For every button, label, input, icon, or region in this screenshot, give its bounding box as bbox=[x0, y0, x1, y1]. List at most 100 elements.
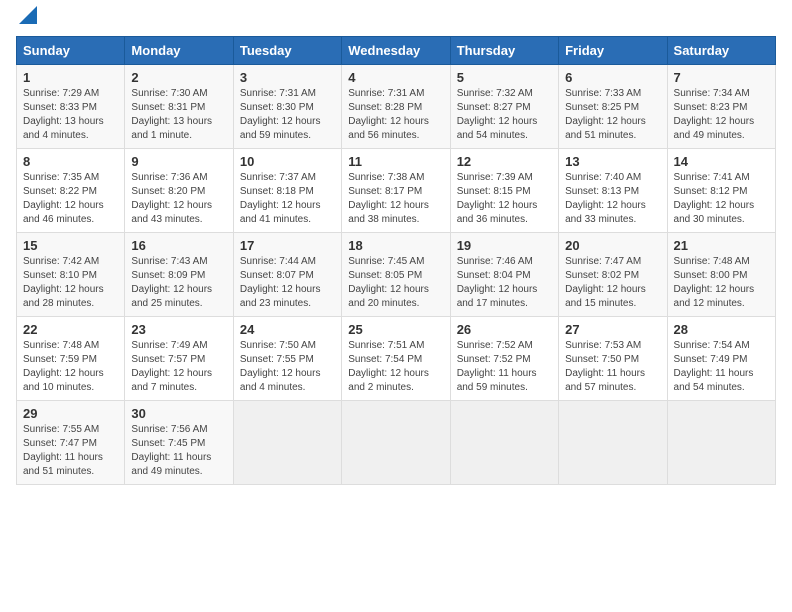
cell-text: Sunrise: 7:39 AMSunset: 8:15 PMDaylight:… bbox=[457, 171, 552, 227]
calendar-cell: 10 Sunrise: 7:37 AMSunset: 8:18 PMDayligh… bbox=[233, 149, 341, 233]
day-number: 10 bbox=[240, 154, 335, 169]
calendar-week-5: 29 Sunrise: 7:55 AMSunset: 7:47 PMDayligh… bbox=[17, 401, 776, 485]
cell-text: Sunrise: 7:45 AMSunset: 8:05 PMDaylight:… bbox=[348, 255, 443, 311]
calendar-cell: 25Sunrise: 7:51 AMSunset: 7:54 PMDayligh… bbox=[342, 317, 450, 401]
day-number: 15 bbox=[23, 238, 118, 253]
calendar-cell: 26 Sunrise: 7:52 AMSunset: 7:52 PMDayligh… bbox=[450, 317, 558, 401]
col-header-sunday: Sunday bbox=[17, 37, 125, 65]
cell-text: Sunrise: 7:41 AMSunset: 8:12 PMDaylight:… bbox=[674, 171, 769, 227]
day-number: 16 bbox=[131, 238, 226, 253]
day-number: 26 bbox=[457, 322, 552, 337]
calendar-cell: 20 Sunrise: 7:47 AMSunset: 8:02 PMDayligh… bbox=[559, 233, 667, 317]
day-number: 22 bbox=[23, 322, 118, 337]
day-number: 25 bbox=[348, 322, 443, 337]
day-number: 21 bbox=[674, 238, 769, 253]
day-number: 12 bbox=[457, 154, 552, 169]
day-number: 8 bbox=[23, 154, 118, 169]
calendar-cell: 24 Sunrise: 7:50 AMSunset: 7:55 PMDayligh… bbox=[233, 317, 341, 401]
day-number: 19 bbox=[457, 238, 552, 253]
calendar-week-2: 8 Sunrise: 7:35 AMSunset: 8:22 PMDaylight… bbox=[17, 149, 776, 233]
day-number: 24 bbox=[240, 322, 335, 337]
cell-text: Sunrise: 7:29 AMSunset: 8:33 PMDaylight:… bbox=[23, 87, 118, 143]
col-header-saturday: Saturday bbox=[667, 37, 775, 65]
calendar-table: SundayMondayTuesdayWednesdayThursdayFrid… bbox=[16, 36, 776, 485]
calendar-cell: 19 Sunrise: 7:46 AMSunset: 8:04 PMDayligh… bbox=[450, 233, 558, 317]
day-number: 7 bbox=[674, 70, 769, 85]
calendar-cell: 29 Sunrise: 7:55 AMSunset: 7:47 PMDayligh… bbox=[17, 401, 125, 485]
day-number: 23 bbox=[131, 322, 226, 337]
calendar-cell: 15Sunrise: 7:42 AMSunset: 8:10 PMDayligh… bbox=[17, 233, 125, 317]
cell-text: Sunrise: 7:31 AMSunset: 8:28 PMDaylight:… bbox=[348, 87, 443, 143]
calendar-cell: 2 Sunrise: 7:30 AMSunset: 8:31 PMDaylight… bbox=[125, 65, 233, 149]
calendar-cell: 11 Sunrise: 7:38 AMSunset: 8:17 PMDayligh… bbox=[342, 149, 450, 233]
cell-text: Sunrise: 7:43 AMSunset: 8:09 PMDaylight:… bbox=[131, 255, 226, 311]
day-number: 30 bbox=[131, 406, 226, 421]
day-number: 20 bbox=[565, 238, 660, 253]
day-number: 1 bbox=[23, 70, 118, 85]
cell-text: Sunrise: 7:53 AMSunset: 7:50 PMDaylight:… bbox=[565, 339, 660, 395]
cell-text: Sunrise: 7:36 AMSunset: 8:20 PMDaylight:… bbox=[131, 171, 226, 227]
calendar-week-3: 15Sunrise: 7:42 AMSunset: 8:10 PMDayligh… bbox=[17, 233, 776, 317]
calendar-cell: 18 Sunrise: 7:45 AMSunset: 8:05 PMDayligh… bbox=[342, 233, 450, 317]
cell-text: Sunrise: 7:35 AMSunset: 8:22 PMDaylight:… bbox=[23, 171, 118, 227]
calendar-cell: 8 Sunrise: 7:35 AMSunset: 8:22 PMDaylight… bbox=[17, 149, 125, 233]
calendar-cell bbox=[667, 401, 775, 485]
day-number: 29 bbox=[23, 406, 118, 421]
day-number: 3 bbox=[240, 70, 335, 85]
calendar-cell: 28Sunrise: 7:54 AMSunset: 7:49 PMDayligh… bbox=[667, 317, 775, 401]
cell-text: Sunrise: 7:30 AMSunset: 8:31 PMDaylight:… bbox=[131, 87, 226, 143]
calendar-cell: 27Sunrise: 7:53 AMSunset: 7:50 PMDayligh… bbox=[559, 317, 667, 401]
calendar-week-1: 1 Sunrise: 7:29 AMSunset: 8:33 PMDaylight… bbox=[17, 65, 776, 149]
cell-text: Sunrise: 7:37 AMSunset: 8:18 PMDaylight:… bbox=[240, 171, 335, 227]
calendar-cell: 30 Sunrise: 7:56 AMSunset: 7:45 PMDayligh… bbox=[125, 401, 233, 485]
calendar-cell: 9 Sunrise: 7:36 AMSunset: 8:20 PMDaylight… bbox=[125, 149, 233, 233]
cell-text: Sunrise: 7:34 AMSunset: 8:23 PMDaylight:… bbox=[674, 87, 769, 143]
day-number: 17 bbox=[240, 238, 335, 253]
calendar-cell: 3 Sunrise: 7:31 AMSunset: 8:30 PMDaylight… bbox=[233, 65, 341, 149]
cell-text: Sunrise: 7:33 AMSunset: 8:25 PMDaylight:… bbox=[565, 87, 660, 143]
cell-text: Sunrise: 7:47 AMSunset: 8:02 PMDaylight:… bbox=[565, 255, 660, 311]
col-header-tuesday: Tuesday bbox=[233, 37, 341, 65]
calendar-cell: 13 Sunrise: 7:40 AMSunset: 8:13 PMDayligh… bbox=[559, 149, 667, 233]
cell-text: Sunrise: 7:46 AMSunset: 8:04 PMDaylight:… bbox=[457, 255, 552, 311]
cell-text: Sunrise: 7:48 AMSunset: 8:00 PMDaylight:… bbox=[674, 255, 769, 311]
day-number: 11 bbox=[348, 154, 443, 169]
cell-text: Sunrise: 7:32 AMSunset: 8:27 PMDaylight:… bbox=[457, 87, 552, 143]
day-number: 18 bbox=[348, 238, 443, 253]
col-header-monday: Monday bbox=[125, 37, 233, 65]
cell-text: Sunrise: 7:52 AMSunset: 7:52 PMDaylight:… bbox=[457, 339, 552, 395]
calendar-cell: 12 Sunrise: 7:39 AMSunset: 8:15 PMDayligh… bbox=[450, 149, 558, 233]
day-number: 5 bbox=[457, 70, 552, 85]
calendar-cell: 16 Sunrise: 7:43 AMSunset: 8:09 PMDayligh… bbox=[125, 233, 233, 317]
cell-text: Sunrise: 7:40 AMSunset: 8:13 PMDaylight:… bbox=[565, 171, 660, 227]
calendar-cell: 23Sunrise: 7:49 AMSunset: 7:57 PMDayligh… bbox=[125, 317, 233, 401]
day-number: 2 bbox=[131, 70, 226, 85]
logo-triangle-icon bbox=[19, 6, 37, 24]
calendar-cell: 1 Sunrise: 7:29 AMSunset: 8:33 PMDaylight… bbox=[17, 65, 125, 149]
calendar-cell bbox=[233, 401, 341, 485]
calendar-cell: 17 Sunrise: 7:44 AMSunset: 8:07 PMDayligh… bbox=[233, 233, 341, 317]
cell-text: Sunrise: 7:56 AMSunset: 7:45 PMDaylight:… bbox=[131, 423, 226, 479]
calendar-cell: 6Sunrise: 7:33 AMSunset: 8:25 PMDaylight… bbox=[559, 65, 667, 149]
calendar-cell: 5 Sunrise: 7:32 AMSunset: 8:27 PMDaylight… bbox=[450, 65, 558, 149]
day-number: 13 bbox=[565, 154, 660, 169]
cell-text: Sunrise: 7:31 AMSunset: 8:30 PMDaylight:… bbox=[240, 87, 335, 143]
day-number: 14 bbox=[674, 154, 769, 169]
cell-text: Sunrise: 7:50 AMSunset: 7:55 PMDaylight:… bbox=[240, 339, 335, 395]
day-number: 4 bbox=[348, 70, 443, 85]
page-header bbox=[16, 16, 776, 24]
calendar-cell: 7 Sunrise: 7:34 AMSunset: 8:23 PMDaylight… bbox=[667, 65, 775, 149]
day-number: 9 bbox=[131, 154, 226, 169]
cell-text: Sunrise: 7:48 AMSunset: 7:59 PMDaylight:… bbox=[23, 339, 118, 395]
col-header-wednesday: Wednesday bbox=[342, 37, 450, 65]
calendar-cell bbox=[559, 401, 667, 485]
calendar-cell: 22 Sunrise: 7:48 AMSunset: 7:59 PMDayligh… bbox=[17, 317, 125, 401]
calendar-cell: 4 Sunrise: 7:31 AMSunset: 8:28 PMDaylight… bbox=[342, 65, 450, 149]
cell-text: Sunrise: 7:55 AMSunset: 7:47 PMDaylight:… bbox=[23, 423, 118, 479]
col-header-friday: Friday bbox=[559, 37, 667, 65]
cell-text: Sunrise: 7:38 AMSunset: 8:17 PMDaylight:… bbox=[348, 171, 443, 227]
calendar-cell: 14 Sunrise: 7:41 AMSunset: 8:12 PMDayligh… bbox=[667, 149, 775, 233]
col-header-thursday: Thursday bbox=[450, 37, 558, 65]
cell-text: Sunrise: 7:44 AMSunset: 8:07 PMDaylight:… bbox=[240, 255, 335, 311]
logo bbox=[16, 16, 37, 24]
